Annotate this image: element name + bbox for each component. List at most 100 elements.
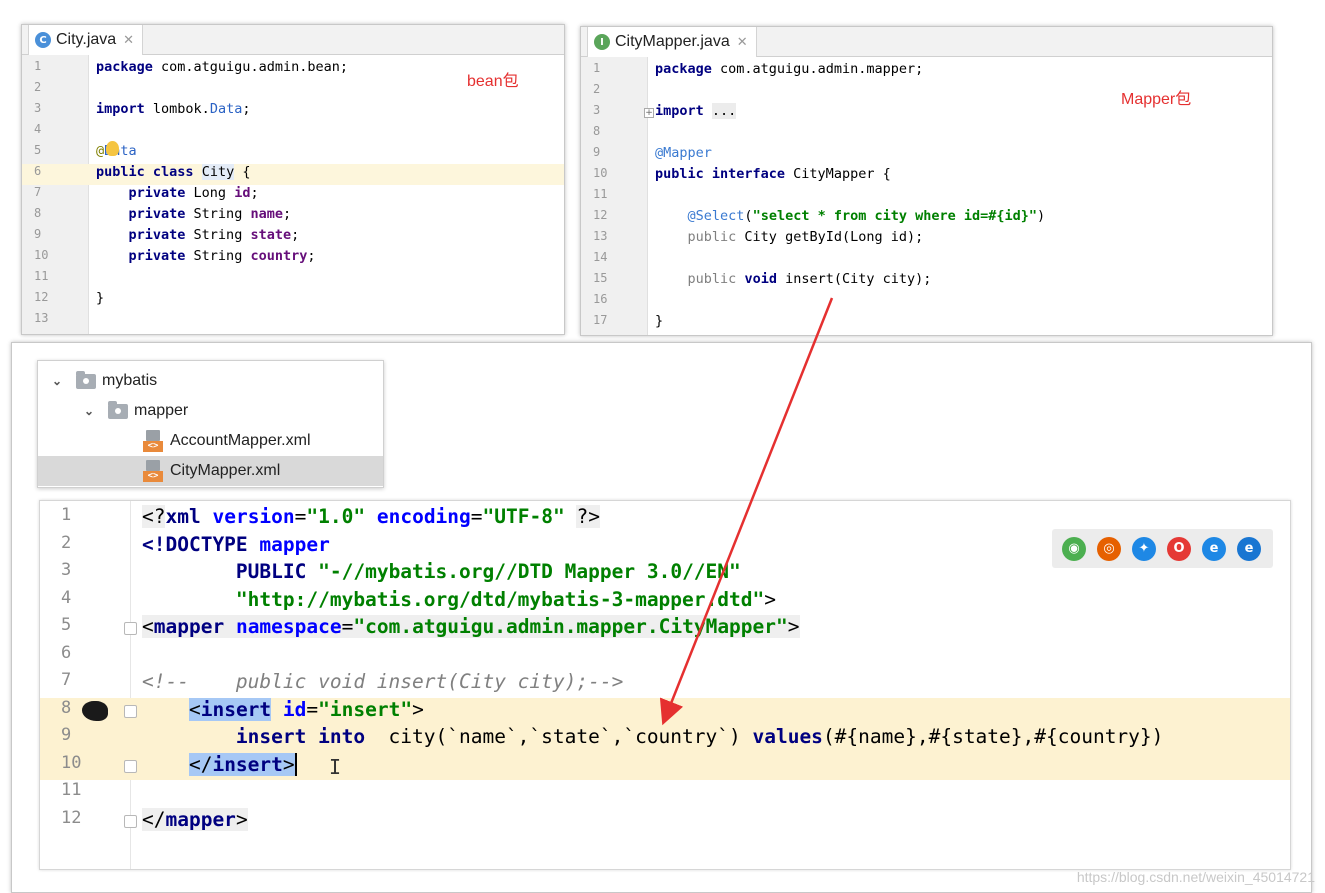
tree-item-label: mybatis xyxy=(102,372,158,389)
code-line: 8 <insert id="insert"> xyxy=(40,697,1290,725)
code-text: private String state; xyxy=(128,227,300,243)
code-line: 7 <!-- public void insert(City city);--> xyxy=(40,670,1290,698)
tab-citymapper-java[interactable]: I CityMapper.java ✕ xyxy=(587,27,757,57)
code-text: package com.atguigu.admin.mapper; xyxy=(655,61,924,77)
fold-icon[interactable] xyxy=(124,622,137,635)
tree-item-label: AccountMapper.xml xyxy=(170,432,311,449)
line-number: 11 xyxy=(593,187,608,201)
tab-label: City.java xyxy=(56,31,117,48)
line-number: 1 xyxy=(593,61,601,75)
line-number: 9 xyxy=(61,725,72,745)
code-line: 13 xyxy=(22,311,564,332)
code-text: public class City { xyxy=(96,164,251,180)
chevron-down-icon[interactable]: ⌄ xyxy=(84,404,98,418)
code-line: 6 public class City { xyxy=(22,164,564,185)
line-number: 13 xyxy=(593,229,608,243)
lightbulb-icon[interactable] xyxy=(106,141,119,156)
code-line: 11 xyxy=(581,187,1272,208)
edge-icon[interactable]: e xyxy=(1237,536,1261,561)
mapper-package-annotation: Mapper包 xyxy=(1121,91,1192,108)
fold-icon[interactable] xyxy=(124,814,137,828)
class-icon: C xyxy=(35,32,51,48)
line-number: 5 xyxy=(34,143,42,157)
mybatis-bird-icon[interactable] xyxy=(82,700,108,721)
line-number: 10 xyxy=(61,752,82,773)
opera-icon[interactable]: O xyxy=(1167,536,1191,561)
chevron-down-icon[interactable]: ⌄ xyxy=(52,374,66,388)
code-text: public City getById(Long id); xyxy=(687,229,924,245)
code-editor[interactable]: 1 package com.atguigu.admin.bean; 2 3 import… xyxy=(22,55,564,334)
fold-expand-icon[interactable]: + xyxy=(644,108,654,118)
line-number: 10 xyxy=(34,248,49,262)
code-text: public interface CityMapper { xyxy=(655,166,891,182)
close-icon[interactable]: ✕ xyxy=(123,32,134,48)
line-number: 2 xyxy=(34,80,42,94)
tab-city-java[interactable]: C City.java ✕ xyxy=(28,25,144,55)
code-line: 17} xyxy=(581,313,1272,334)
line-number: 1 xyxy=(34,59,42,73)
line-number: 16 xyxy=(593,292,608,306)
code-text: } xyxy=(96,290,105,306)
tree-item-mapper[interactable]: ⌄ mapper xyxy=(38,396,383,426)
code-text: <!DOCTYPE mapper xyxy=(142,532,330,556)
code-text: private String name; xyxy=(128,206,292,222)
line-number: 4 xyxy=(61,587,72,608)
code-line: 12} xyxy=(22,290,564,311)
code-line: 10 private String country; xyxy=(22,248,564,269)
code-line: 5 @Data xyxy=(22,143,564,164)
firefox-icon[interactable]: ◎ xyxy=(1097,536,1121,561)
code-line: 14 xyxy=(581,250,1272,271)
chrome-icon[interactable]: ◉ xyxy=(1062,536,1086,561)
code-line: 12 </mapper> xyxy=(40,807,1290,836)
line-number: 2 xyxy=(593,82,601,96)
project-tree: ⌄ mybatis ⌄ mapper <> AccountMapper.xml <> City… xyxy=(37,360,384,488)
tree-item-label: mapper xyxy=(134,402,189,419)
bean-package-annotation: bean包 xyxy=(467,73,519,90)
code-line: 9 private String state; xyxy=(22,227,564,248)
code-text: @Mapper xyxy=(655,145,712,161)
line-number: 12 xyxy=(34,290,49,304)
text-cursor-icon: I xyxy=(329,754,342,779)
line-number: 2 xyxy=(61,532,72,553)
code-line: 4 xyxy=(22,122,564,143)
fold-icon[interactable] xyxy=(124,759,137,773)
folder-icon xyxy=(108,400,128,419)
citymapper-tab-bar: I CityMapper.java ✕ xyxy=(581,27,1272,57)
close-icon[interactable]: ✕ xyxy=(737,34,748,50)
code-text: </insert> xyxy=(188,752,297,776)
code-line: 9 @Mapper xyxy=(581,145,1272,166)
code-text: </mapper> xyxy=(142,807,248,831)
code-line: 4 "http://mybatis.org/dtd/mybatis-3-mapp… xyxy=(40,588,1290,616)
line-number: 15 xyxy=(593,271,608,285)
line-number: 9 xyxy=(593,145,601,159)
code-line: 3 import lombok.Data; xyxy=(22,101,564,122)
line-number: 6 xyxy=(61,642,72,663)
code-text: <?xml version="1.0" encoding="UTF-8" ?> xyxy=(142,505,600,528)
tree-item-mybatis[interactable]: ⌄ mybatis xyxy=(38,366,383,396)
code-line: 7 private Long id; xyxy=(22,185,564,206)
code-line: 9 insert into city(`name`,`state`,`count… xyxy=(40,725,1290,753)
line-number: 7 xyxy=(34,185,42,199)
line-number: 8 xyxy=(593,124,601,138)
code-line: 8 xyxy=(581,124,1272,145)
code-text: <!-- public void insert(City city);--> xyxy=(142,670,624,693)
line-number: 1 xyxy=(61,505,72,525)
code-text: insert into city(`name`,`state`,`country… xyxy=(235,725,1164,748)
safari-icon[interactable]: ✦ xyxy=(1132,536,1156,561)
code-text: @Select("select * from city where id=#{i… xyxy=(687,208,1046,224)
ie-icon[interactable]: e xyxy=(1202,536,1226,561)
line-number: 8 xyxy=(34,206,42,220)
tree-item-accountmapper-xml[interactable]: <> AccountMapper.xml xyxy=(38,426,383,456)
code-text: private String country; xyxy=(128,248,316,264)
folder-icon xyxy=(76,370,96,389)
line-number: 9 xyxy=(34,227,42,241)
code-line: 6 xyxy=(40,643,1290,671)
tree-item-label: CityMapper.xml xyxy=(170,462,281,479)
tree-item-citymapper-xml[interactable]: <> CityMapper.xml xyxy=(38,456,383,486)
city-tab-bar: C City.java ✕ xyxy=(22,25,564,55)
line-number: 17 xyxy=(593,313,608,327)
browser-preview-bar: ◉ ◎ ✦ Oe e xyxy=(1052,529,1273,568)
fold-icon[interactable] xyxy=(124,704,137,718)
code-text: <mapper namespace="com.atguigu.admin.map… xyxy=(142,615,800,638)
xml-file-icon: <> xyxy=(142,460,164,482)
